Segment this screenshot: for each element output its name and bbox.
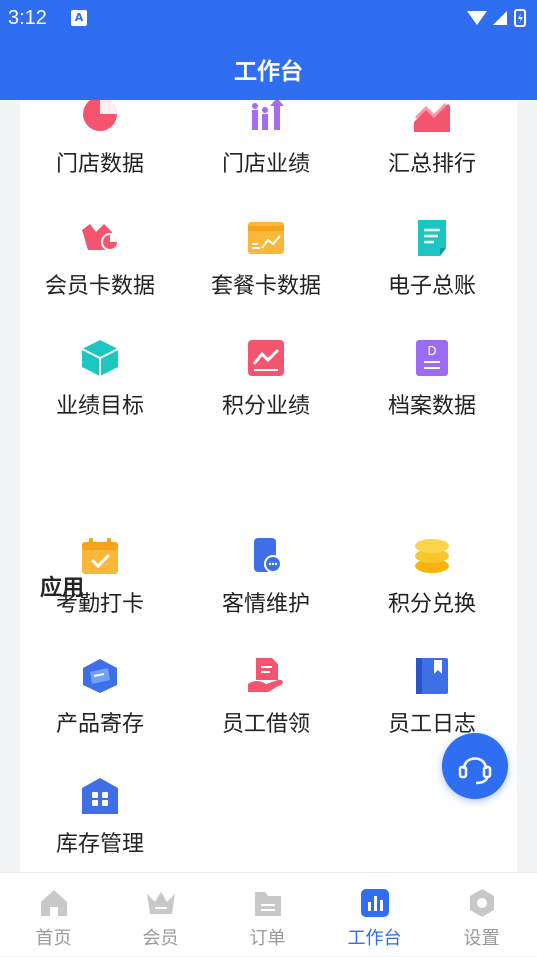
status-bar: 3:12 A bbox=[0, 0, 537, 36]
attendance-item[interactable]: 考勤打卡 bbox=[20, 538, 180, 638]
warehouse-icon bbox=[82, 778, 118, 814]
tab-label: 订单 bbox=[249, 928, 286, 948]
points-performance-item[interactable]: 积分业绩 bbox=[186, 340, 346, 440]
item-label: 汇总排行 bbox=[387, 151, 476, 176]
tab-member[interactable]: 会员 bbox=[107, 873, 214, 957]
trend-chart-icon bbox=[414, 102, 450, 132]
performance-target-item[interactable]: 业绩目标 bbox=[20, 340, 180, 440]
dashboard-icon bbox=[361, 889, 389, 917]
box-icon bbox=[82, 340, 118, 376]
card-trend-icon bbox=[248, 222, 284, 254]
svg-text:D: D bbox=[427, 344, 436, 358]
item-label: 积分兑换 bbox=[387, 591, 476, 616]
sim-icon: A bbox=[71, 10, 87, 26]
inventory-management-item[interactable]: 库存管理 bbox=[20, 778, 180, 872]
calendar-check-icon bbox=[82, 538, 118, 574]
headset-icon bbox=[458, 757, 492, 785]
tab-label: 会员 bbox=[142, 928, 179, 948]
member-card-data-item[interactable]: 会员卡数据 bbox=[20, 220, 180, 320]
item-label: 考勤打卡 bbox=[55, 591, 144, 616]
pie-chart-icon bbox=[83, 100, 117, 131]
phone-chat-icon bbox=[254, 538, 282, 573]
item-label: 会员卡数据 bbox=[44, 273, 155, 298]
package-card-data-item[interactable]: 套餐卡数据 bbox=[186, 220, 346, 320]
customer-service-button[interactable] bbox=[442, 733, 508, 799]
coins-stack-icon bbox=[415, 539, 449, 573]
signal-battery-icon bbox=[467, 9, 526, 27]
item-label: 门店业绩 bbox=[221, 151, 310, 176]
item-label: 门店数据 bbox=[55, 151, 144, 176]
product-storage-item[interactable]: 产品寄存 bbox=[20, 658, 180, 758]
item-label: 产品寄存 bbox=[55, 711, 144, 736]
crown-icon bbox=[147, 892, 175, 914]
home-icon bbox=[41, 890, 67, 916]
status-time: 3:12 bbox=[8, 7, 47, 29]
summary-ranking-item[interactable]: 汇总排行 bbox=[352, 100, 512, 198]
ledger-icon bbox=[418, 220, 446, 256]
package-icon bbox=[83, 659, 117, 693]
archive-data-item[interactable]: D 档案数据 bbox=[352, 340, 512, 440]
people-growth-icon bbox=[252, 100, 284, 130]
notebook-icon bbox=[416, 658, 448, 694]
folder-icon bbox=[255, 892, 281, 916]
customer-care-item[interactable]: 客情维护 bbox=[186, 538, 346, 638]
tab-label: 首页 bbox=[35, 928, 72, 948]
tab-workbench[interactable]: 工作台 bbox=[321, 873, 428, 957]
top-bar: 3:12 A 工作台 bbox=[0, 0, 537, 100]
item-label: 电子总账 bbox=[387, 273, 476, 298]
tab-home[interactable]: 首页 bbox=[0, 873, 107, 957]
tab-label: 工作台 bbox=[347, 928, 402, 948]
points-exchange-item[interactable]: 积分兑换 bbox=[352, 538, 512, 638]
item-label: 业绩目标 bbox=[55, 393, 144, 418]
line-chart-icon bbox=[248, 340, 284, 376]
item-label: 员工借领 bbox=[221, 711, 310, 736]
store-data-item[interactable]: 门店数据 bbox=[20, 100, 180, 198]
item-label: 档案数据 bbox=[387, 393, 476, 418]
tab-label: 设置 bbox=[463, 928, 500, 948]
item-label: 套餐卡数据 bbox=[210, 273, 321, 298]
page-title: 工作台 bbox=[234, 58, 303, 84]
electronic-ledger-item[interactable]: 电子总账 bbox=[352, 220, 512, 320]
document-icon: D bbox=[416, 340, 448, 376]
tab-settings[interactable]: 设置 bbox=[428, 873, 535, 957]
store-performance-item[interactable]: 门店业绩 bbox=[186, 100, 346, 198]
item-label: 积分业绩 bbox=[221, 393, 310, 418]
crown-chart-icon bbox=[82, 224, 118, 251]
item-label: 客情维护 bbox=[221, 591, 310, 616]
tab-order[interactable]: 订单 bbox=[214, 873, 321, 957]
item-label: 库存管理 bbox=[55, 831, 144, 856]
settings-icon bbox=[470, 889, 494, 917]
employee-borrow-item[interactable]: 员工借领 bbox=[186, 658, 346, 758]
bottom-tab-bar: 首页 会员 订单 工作台 设置 bbox=[0, 872, 537, 956]
hand-doc-icon bbox=[248, 658, 283, 692]
